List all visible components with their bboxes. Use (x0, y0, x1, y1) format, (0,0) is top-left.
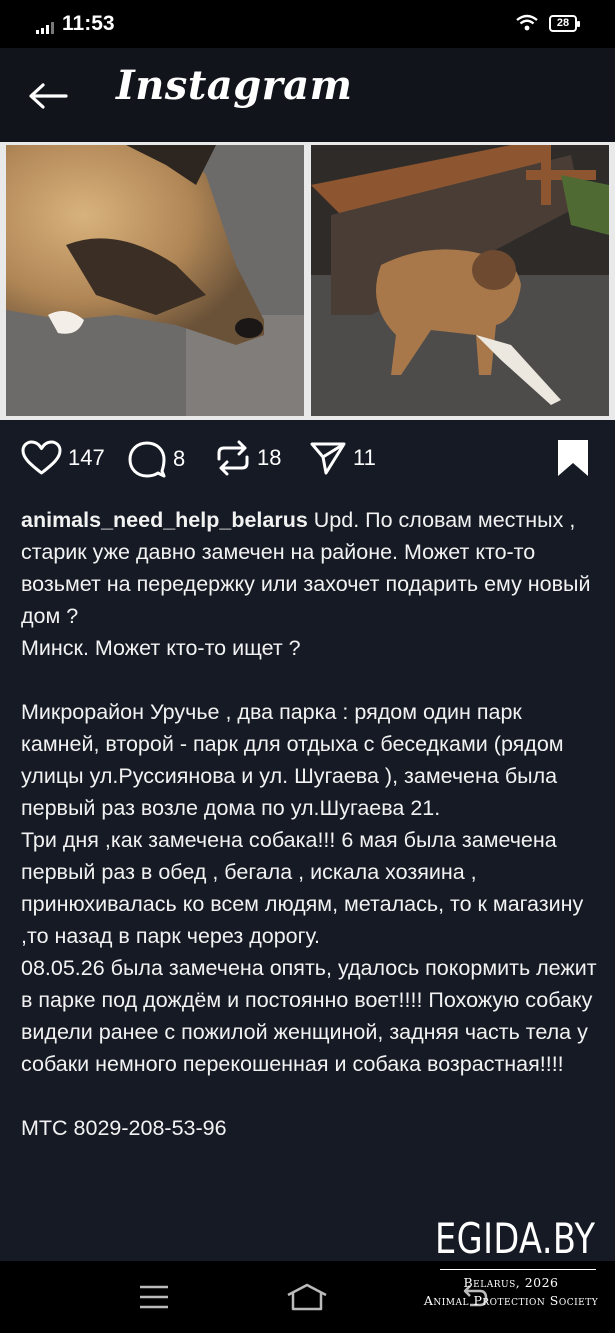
dog-closeup-photo[interactable] (6, 145, 304, 416)
post-caption: animals_need_help_belarus Upd. По словам… (21, 504, 601, 1144)
share-button[interactable]: 11 (309, 440, 376, 476)
share-count: 11 (353, 445, 376, 470)
repost-button[interactable]: 18 (215, 440, 281, 476)
post-photos (0, 142, 615, 420)
egida-watermark: EGIDA.BY Belarus, 2026 Animal Protection… (416, 1214, 606, 1310)
caption-phone: МТС 8029-208-53-96 (21, 1116, 227, 1140)
send-icon (310, 442, 346, 475)
comment-button[interactable]: 8 (127, 440, 185, 478)
post-content: 147 8 18 11 animals_need_help_belarus Up… (0, 420, 615, 1261)
repost-icon (217, 440, 249, 476)
comment-icon (128, 441, 166, 478)
signal-icon (36, 22, 54, 34)
app-header: Instagram (0, 48, 615, 142)
caption-intro: animals_need_help_belarus Upd. По словам… (21, 504, 601, 632)
caption-paragraph: 08.05.26 была замечена опять, удалось по… (21, 956, 597, 1076)
instagram-logo: Instagram (116, 62, 353, 109)
caption-paragraph: Микрорайон Уручье , два парка : рядом од… (21, 700, 564, 820)
heart-icon (21, 440, 62, 475)
recent-apps-icon[interactable] (139, 1285, 169, 1309)
dog-standing-photo[interactable] (311, 145, 609, 416)
like-count: 147 (68, 445, 105, 470)
caption-location: Минск. Может кто-то ищет ? (21, 636, 301, 660)
battery-icon: 28 (549, 15, 580, 32)
watermark-line-1: Belarus, 2026 (463, 1275, 559, 1290)
status-bar: 11:53 28 (0, 0, 615, 48)
wifi-icon (516, 14, 538, 31)
status-time: 11:53 (62, 12, 115, 35)
bookmark-icon[interactable] (557, 440, 589, 476)
comment-count: 8 (173, 446, 186, 471)
like-button[interactable]: 147 (21, 440, 105, 476)
watermark-divider (440, 1269, 596, 1270)
watermark-line-2: Animal Protection Society (423, 1293, 599, 1308)
watermark-logo: EGIDA.BY (435, 1214, 596, 1263)
author-username[interactable]: animals_need_help_belarus (21, 508, 308, 532)
action-bar: 147 8 18 11 (0, 440, 615, 484)
caption-paragraph: Три дня ,как замечена собака!!! 6 мая бы… (21, 828, 584, 948)
repost-count: 18 (257, 445, 282, 470)
back-arrow-icon[interactable] (28, 83, 68, 109)
home-icon[interactable] (286, 1283, 328, 1311)
